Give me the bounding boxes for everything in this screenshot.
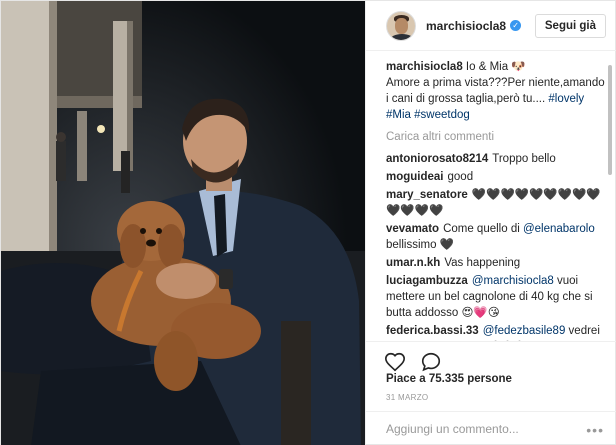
comment-item: umar.n.kh Vas happening [386, 255, 610, 271]
comment-item: federica.bassi.33@fedezbasile89 vedrei b… [386, 323, 610, 341]
comment-mention[interactable]: @fedezbasile89 [483, 325, 566, 337]
likes-count[interactable]: Piace a 75.335 persone [386, 373, 512, 385]
instagram-post: marchisiocla8 ✓ Segui già marchisiocla8 … [0, 0, 616, 445]
verified-badge-icon: ✓ [510, 20, 522, 31]
post-date: 31 MARZO [386, 393, 429, 402]
load-more-comments[interactable]: Carica altri commenti [386, 129, 610, 145]
comment-author[interactable]: mary_senatore [386, 189, 468, 201]
comments-list: marchisiocla8 Io & Mia 🐶 Amore a prima v… [386, 59, 610, 341]
comment-item: luciagambuzza @marchisiocla8 vuoi mettere… [386, 273, 610, 321]
post-caption: marchisiocla8 Io & Mia 🐶 Amore a prima v… [386, 59, 610, 123]
photo-illustration [1, 1, 365, 445]
header-username[interactable]: marchisiocla8 [426, 19, 506, 33]
heart-outline-icon[interactable] [384, 351, 406, 373]
comment-author[interactable]: federica.bassi.33 [386, 325, 479, 337]
comment-author[interactable]: vevamato [386, 223, 439, 235]
hashtag-lovely[interactable]: #lovely [548, 93, 584, 105]
comment-author[interactable]: umar.n.kh [386, 257, 440, 269]
follow-button[interactable]: Segui già [534, 14, 606, 38]
comment-item: mary_senatore 🖤🖤🖤🖤🖤🖤🖤🖤🖤🖤🖤🖤🖤 [386, 187, 610, 219]
comment-author[interactable]: moguideai [386, 171, 444, 183]
comment-author[interactable]: luciagambuzza [386, 275, 468, 287]
avatar[interactable] [386, 10, 416, 41]
speech-bubble-icon[interactable] [420, 351, 442, 373]
post-photo[interactable] [1, 1, 365, 445]
comment-text: Come quello di [443, 223, 523, 235]
comment-text: Troppo bello [492, 153, 556, 165]
comment-item: antoniorosato8214 Troppo bello [386, 151, 610, 167]
comment-text: Vas happening [444, 257, 521, 269]
add-comment-bar: ••• [366, 411, 616, 445]
caption-text-start: Io & Mia 🐶 [465, 61, 526, 73]
caption-author[interactable]: marchisiocla8 [386, 61, 463, 73]
comments-scrollbar[interactable] [607, 61, 613, 341]
comment-text-after: bellissimo 🖤 [386, 239, 455, 251]
comment-mention[interactable]: @marchisiocla8 [472, 275, 554, 287]
comment-item: moguideai good [386, 169, 610, 185]
comment-mention[interactable]: @elenabarolo [523, 223, 595, 235]
comment-text: good [447, 171, 474, 183]
hashtag-sweetdog[interactable]: #sweetdog [414, 109, 470, 121]
more-dots-icon[interactable]: ••• [586, 422, 604, 438]
hashtag-mia[interactable]: #Mia [386, 109, 411, 121]
comment-author[interactable]: antoniorosato8214 [386, 153, 488, 165]
post-header: marchisiocla8 ✓ Segui già [366, 1, 616, 51]
scrollbar-thumb[interactable] [608, 65, 612, 175]
add-comment-input[interactable] [386, 422, 566, 436]
post-side-panel: marchisiocla8 ✓ Segui già marchisiocla8 … [365, 1, 616, 445]
comment-item: vevamato Come quello di @elenabarolo bell… [386, 221, 610, 253]
